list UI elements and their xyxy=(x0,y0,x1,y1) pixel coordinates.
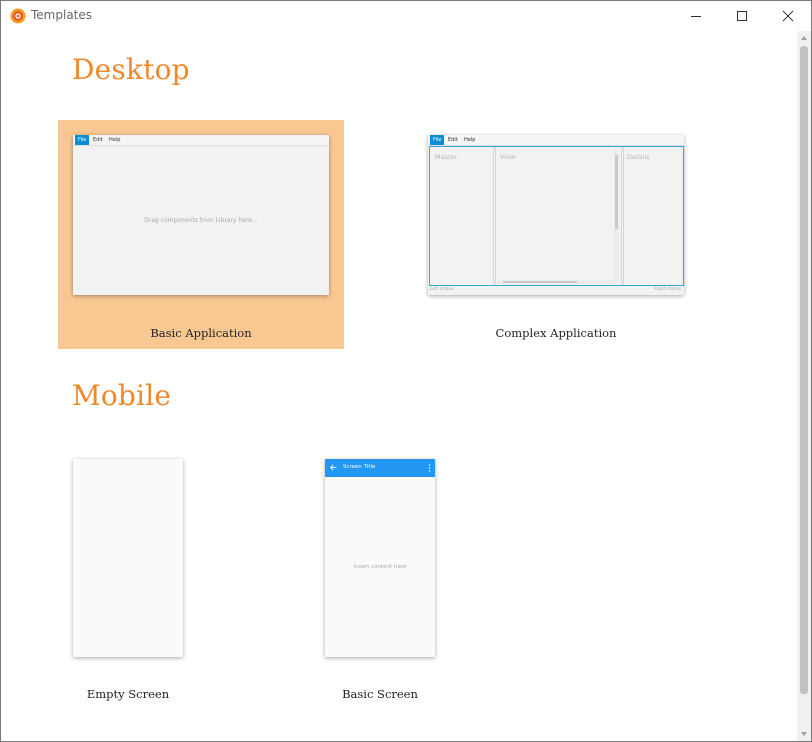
basic-application-preview: File Edit Help Drag components from Libr… xyxy=(73,135,329,295)
arrow-left-icon xyxy=(330,464,337,471)
scrollbar-thumb[interactable] xyxy=(800,46,808,694)
preview-menu-help: Help xyxy=(464,137,476,143)
preview-split-pane xyxy=(429,146,684,286)
template-label: Complex Application xyxy=(495,326,617,340)
window-title: Templates xyxy=(31,8,93,22)
close-icon xyxy=(782,10,794,22)
mobile-section-title: Mobile xyxy=(72,379,172,412)
template-empty-screen[interactable]: Empty Screen xyxy=(58,444,198,707)
split-divider xyxy=(623,147,624,285)
pane-details-label: Details xyxy=(627,153,650,161)
minimize-button[interactable] xyxy=(673,1,719,31)
desktop-section-title: Desktop xyxy=(72,53,190,86)
templates-window: Templates Desktop File Edit Help Drag co… xyxy=(0,0,812,742)
scroll-up-arrow-icon[interactable] xyxy=(800,35,808,41)
preview-menu-bar: File Edit Help xyxy=(428,135,684,146)
split-divider xyxy=(493,147,494,285)
right-status-text: Right status xyxy=(653,287,681,292)
split-divider xyxy=(495,147,496,285)
preview-menu-file: File xyxy=(75,135,90,145)
template-basic-screen[interactable]: Screen Title Insert content here Basic S… xyxy=(310,444,450,707)
close-button[interactable] xyxy=(765,1,811,31)
pane-master-label: Master xyxy=(435,153,458,161)
template-label: Basic Screen xyxy=(342,687,418,701)
view-hscroll-thumb xyxy=(503,281,577,283)
mobile-screen-title: Screen Title xyxy=(343,464,376,470)
split-divider xyxy=(621,147,622,285)
left-status-text: Left status xyxy=(430,287,454,292)
title-bar: Templates xyxy=(1,1,811,31)
template-label: Basic Application xyxy=(150,326,252,340)
preview-drop-hint: Drag components from Library here... xyxy=(144,217,258,224)
more-vertical-icon xyxy=(428,464,431,472)
view-scroll-thumb xyxy=(615,155,618,229)
template-label: Empty Screen xyxy=(86,687,170,701)
minimize-icon xyxy=(691,16,701,17)
basic-screen-preview: Screen Title Insert content here xyxy=(325,459,435,657)
maximize-icon xyxy=(737,11,747,21)
preview-menu-edit: Edit xyxy=(448,137,458,143)
app-logo-icon xyxy=(10,8,26,24)
template-basic-application[interactable]: File Edit Help Drag components from Libr… xyxy=(58,120,344,349)
template-complex-application[interactable]: File Edit Help Master View Details Left … xyxy=(413,120,699,349)
mobile-app-bar: Screen Title xyxy=(325,459,435,477)
templates-content: Desktop File Edit Help Drag components f… xyxy=(1,31,797,741)
preview-menu-help: Help xyxy=(109,137,121,143)
scroll-down-arrow-icon[interactable] xyxy=(800,731,808,737)
view-vertical-scrollbar xyxy=(614,149,619,283)
preview-menu-edit: Edit xyxy=(93,137,103,143)
preview-menu-file: File xyxy=(430,135,445,145)
maximize-button[interactable] xyxy=(719,1,765,31)
view-horizontal-scrollbar xyxy=(497,280,614,284)
empty-screen-preview xyxy=(73,459,183,657)
complex-application-preview: File Edit Help Master View Details Left … xyxy=(428,135,684,295)
pane-view-label: View xyxy=(500,153,516,161)
mobile-content-hint: Insert content here xyxy=(353,564,407,570)
preview-menu-bar: File Edit Help xyxy=(73,135,329,146)
vertical-scrollbar[interactable] xyxy=(797,31,811,741)
